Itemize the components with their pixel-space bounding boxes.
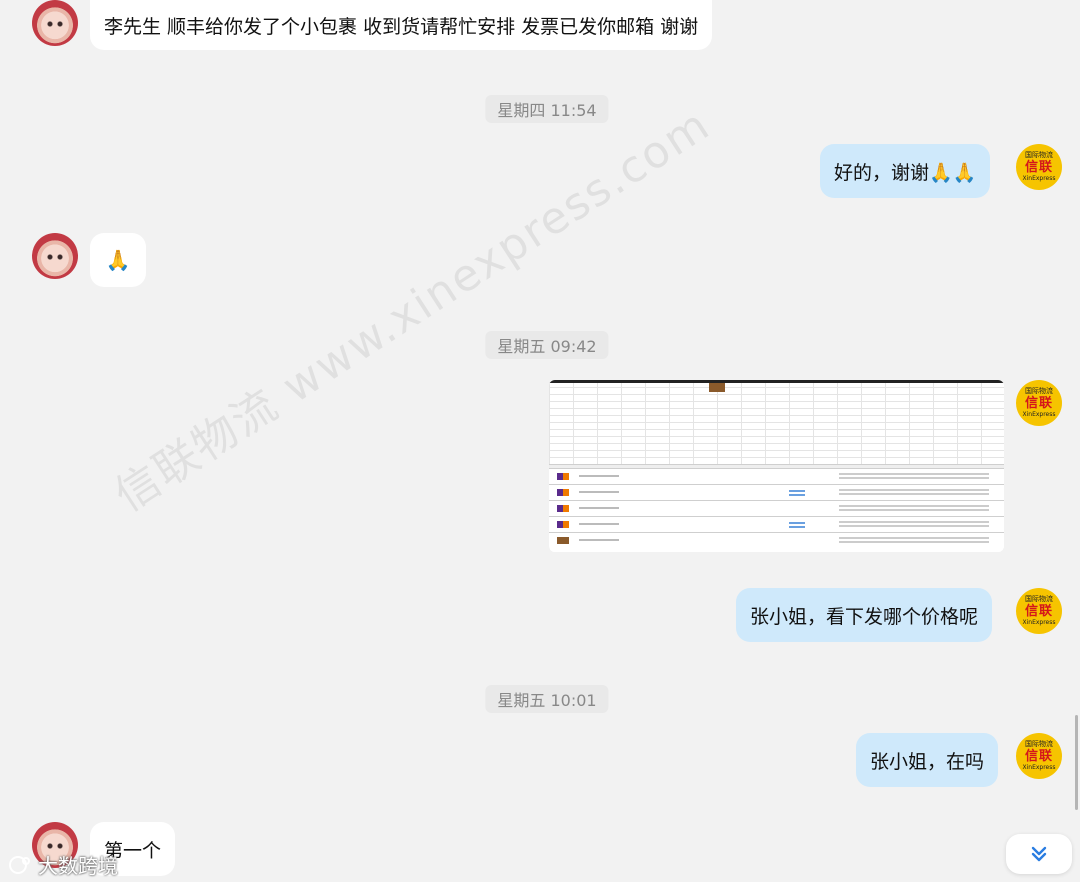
brand-avatar[interactable]: 国际物流 信联 XinExpress (1016, 733, 1062, 779)
brand-bubble-icon (9, 855, 30, 874)
brand-line3: XinExpress (1022, 175, 1056, 182)
spreadsheet-row (549, 532, 1004, 552)
spreadsheet-row (549, 484, 1004, 501)
scrollbar-thumb[interactable] (1075, 715, 1078, 810)
brand-line2: 信联 (1024, 396, 1053, 411)
contact-avatar[interactable] (32, 0, 78, 46)
message-bubble-outgoing[interactable]: 好的，谢谢🙏🙏 (820, 144, 991, 198)
double-chevron-down-icon (1031, 846, 1047, 862)
brand-avatar[interactable]: 国际物流 信联 XinExpress (1016, 380, 1062, 426)
brand-line2: 信联 (1024, 604, 1053, 619)
brand-avatar[interactable]: 国际物流 信联 XinExpress (1016, 144, 1062, 190)
scroll-to-bottom-button[interactable] (1006, 834, 1072, 874)
timestamp-divider: 星期四 11:54 (485, 95, 609, 123)
spreadsheet-row (549, 468, 1004, 485)
brand-line1: 国际物流 (1025, 151, 1053, 159)
brand-line3: XinExpress (1022, 764, 1056, 771)
message-bubble-outgoing[interactable]: 张小姐，看下发哪个价格呢 (736, 588, 993, 642)
timestamp-divider: 星期五 09:42 (485, 331, 609, 359)
brand-line3: XinExpress (1022, 619, 1056, 626)
brand-line3: XinExpress (1022, 411, 1056, 418)
image-message-spreadsheet[interactable] (549, 380, 1004, 552)
contact-avatar[interactable] (32, 233, 78, 279)
spreadsheet-top-border (549, 380, 1004, 383)
spreadsheet-row (549, 500, 1004, 517)
brand-line1: 国际物流 (1025, 387, 1053, 395)
message-bubble-incoming[interactable]: 🙏 (90, 233, 146, 287)
message-bubble-incoming[interactable]: 李先生 顺丰给你发了个小包裹 收到货请帮忙安排 发票已发你邮箱 谢谢 (90, 0, 713, 50)
brand-line1: 国际物流 (1025, 595, 1053, 603)
footer-watermark-logo: 大数跨境 (8, 850, 118, 879)
timestamp-divider: 星期五 10:01 (485, 685, 609, 713)
footer-logo-text: 大数跨境 (38, 854, 118, 878)
brand-avatar[interactable]: 国际物流 信联 XinExpress (1016, 588, 1062, 634)
message-bubble-outgoing[interactable]: 张小姐，在吗 (856, 733, 999, 787)
brand-line2: 信联 (1024, 749, 1053, 764)
spreadsheet-row (549, 516, 1004, 533)
brand-line1: 国际物流 (1025, 740, 1053, 748)
brand-line2: 信联 (1024, 160, 1053, 175)
